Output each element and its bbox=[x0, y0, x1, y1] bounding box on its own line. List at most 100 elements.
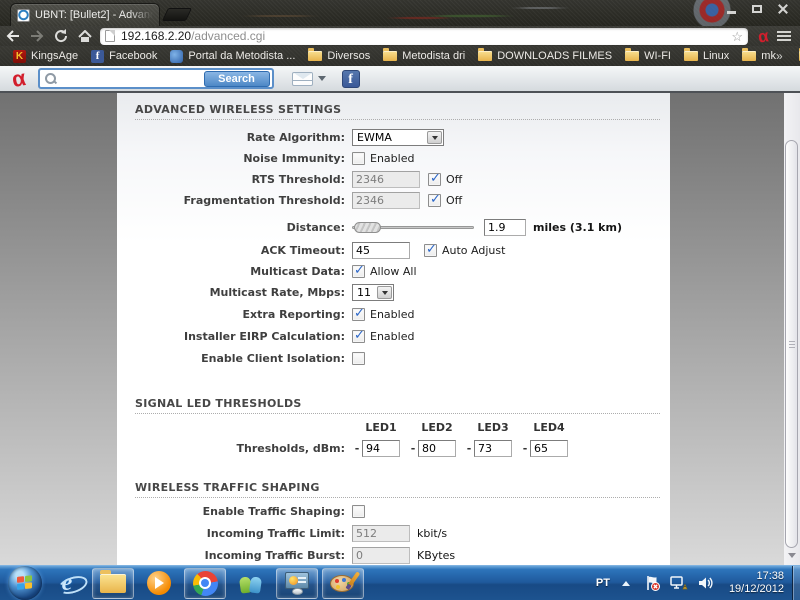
system-tray: PT 17:38 19/12/2012 bbox=[588, 565, 800, 600]
row-led-thresholds: Thresholds, dBm: - - - - bbox=[117, 439, 670, 458]
browser-tab[interactable]: UBNT: [Bullet2] - Advanc bbox=[10, 3, 160, 26]
site-icon bbox=[170, 49, 184, 63]
search-input[interactable] bbox=[60, 71, 204, 86]
rts-threshold-input[interactable] bbox=[352, 171, 420, 188]
incoming-traffic-limit-input[interactable] bbox=[352, 525, 410, 542]
installer-eirp-checkbox[interactable] bbox=[352, 328, 365, 343]
distance-unit: miles (3.1 km) bbox=[533, 221, 622, 234]
bookmark-folder-metodista-dri[interactable]: Metodista dri bbox=[383, 48, 465, 62]
row-fragmentation-threshold: Fragmentation Threshold: Off bbox=[117, 191, 670, 210]
enable-traffic-shaping-checkbox[interactable] bbox=[352, 505, 365, 518]
forward-button[interactable] bbox=[26, 27, 48, 45]
bookmark-kingsage[interactable]: K KingsAge bbox=[13, 49, 78, 63]
new-tab-button[interactable] bbox=[161, 8, 193, 21]
extra-reporting-label: Extra Reporting: bbox=[242, 308, 345, 321]
row-multicast-rate: Multicast Rate, Mbps: 11 bbox=[117, 283, 670, 302]
language-indicator[interactable]: PT bbox=[588, 577, 618, 589]
taskbar-media-player-button[interactable] bbox=[138, 568, 180, 599]
led2-threshold-input[interactable] bbox=[418, 440, 456, 457]
mail-dropdown-caret-icon[interactable] bbox=[317, 76, 326, 85]
row-multicast-data: Multicast Data: Allow All bbox=[117, 262, 670, 281]
rts-off-checkbox[interactable] bbox=[428, 171, 441, 186]
show-desktop-button[interactable] bbox=[792, 565, 800, 600]
maximize-icon bbox=[752, 5, 762, 13]
multicast-data-checkbox[interactable] bbox=[352, 263, 365, 278]
taskbar-paint-button[interactable] bbox=[322, 567, 364, 599]
display-settings-icon bbox=[284, 571, 310, 595]
bookmarks-overflow-chevron[interactable]: » bbox=[776, 49, 783, 63]
led3-threshold-input[interactable] bbox=[474, 440, 512, 457]
extra-reporting-checkbox[interactable] bbox=[352, 306, 365, 321]
folder-icon bbox=[308, 48, 323, 61]
minimize-button[interactable] bbox=[718, 1, 744, 17]
network-warning-icon[interactable] bbox=[670, 575, 688, 591]
client-isolation-checkbox[interactable] bbox=[352, 352, 365, 365]
mail-icon[interactable] bbox=[291, 71, 313, 86]
row-rate-algorithm: Rate Algorithm: EWMA bbox=[117, 128, 670, 147]
browser-titlebar: UBNT: [Bullet2] - Advanc bbox=[0, 0, 800, 26]
bookmark-facebook[interactable]: f Facebook bbox=[91, 49, 157, 63]
maximize-button[interactable] bbox=[744, 1, 770, 17]
taskbar-clock[interactable]: 17:38 19/12/2012 bbox=[729, 570, 784, 596]
bookmark-portal-metodista[interactable]: Portal da Metodista ... bbox=[170, 49, 295, 63]
taskbar-display-settings-button[interactable] bbox=[276, 567, 318, 599]
hidden-icons-button[interactable] bbox=[621, 577, 630, 586]
section-traffic-shaping-title: WIRELESS TRAFFIC SHAPING bbox=[135, 476, 660, 498]
action-center-flag-icon[interactable] bbox=[644, 575, 660, 591]
reload-button[interactable] bbox=[50, 27, 72, 45]
rate-algorithm-label: Rate Algorithm: bbox=[246, 131, 345, 144]
taskbar-internet-explorer-button[interactable]: e bbox=[46, 568, 88, 599]
windows-taskbar: e PT 17:38 19/12/2012 bbox=[0, 565, 800, 600]
row-enable-traffic-shaping: Enable Traffic Shaping: bbox=[117, 502, 670, 521]
page-scrollbar[interactable] bbox=[784, 93, 800, 565]
led4-threshold-input[interactable] bbox=[530, 440, 568, 457]
facebook-toolbar-icon[interactable]: f bbox=[341, 69, 360, 88]
row-led-headers: -LED1 -LED2 -LED3 -LED4 bbox=[117, 418, 670, 437]
bookmark-folder-diversos[interactable]: Diversos bbox=[308, 48, 370, 62]
bookmark-folder-mk[interactable]: mk bbox=[742, 48, 776, 62]
noise-immunity-label: Noise Immunity: bbox=[243, 152, 345, 165]
bookmark-star-icon[interactable]: ☆ bbox=[731, 30, 743, 43]
browser-menu-button[interactable] bbox=[777, 31, 792, 41]
thresholds-label: Thresholds, dBm: bbox=[236, 442, 345, 455]
multicast-rate-select[interactable]: 11 bbox=[352, 284, 394, 301]
close-button[interactable] bbox=[770, 1, 796, 17]
bookmark-folder-wifi[interactable]: WI-FI bbox=[625, 48, 671, 62]
row-rts-threshold: RTS Threshold: Off bbox=[117, 170, 670, 189]
ack-timeout-input[interactable] bbox=[352, 242, 410, 259]
distance-input[interactable] bbox=[484, 219, 526, 236]
home-button[interactable] bbox=[74, 27, 96, 45]
taskbar-windows-explorer-button[interactable] bbox=[92, 567, 134, 599]
avira-searchbox[interactable]: Search bbox=[37, 68, 274, 89]
scrollbar-down-arrow-icon[interactable] bbox=[788, 553, 796, 562]
auto-adjust-checkbox[interactable] bbox=[424, 242, 437, 257]
led1-threshold-input[interactable] bbox=[362, 440, 400, 457]
volume-icon[interactable] bbox=[698, 575, 714, 591]
incoming-traffic-burst-input[interactable] bbox=[352, 547, 410, 564]
address-bar[interactable]: 192.168.2.20/advanced.cgi ☆ bbox=[100, 27, 748, 45]
led3-header: LED3 bbox=[477, 421, 509, 434]
close-icon bbox=[778, 4, 788, 14]
avira-extension-icon[interactable]: α bbox=[757, 26, 770, 46]
chrome-icon bbox=[192, 570, 218, 596]
distance-slider[interactable] bbox=[352, 221, 474, 234]
bookmark-folder-linux[interactable]: Linux bbox=[683, 48, 729, 62]
taskbar-messenger-button[interactable] bbox=[230, 568, 272, 599]
scrollbar-thumb[interactable] bbox=[785, 140, 798, 548]
taskbar-chrome-button[interactable] bbox=[184, 567, 226, 599]
bookmark-folder-downloads-filmes[interactable]: DOWNLOADS FILMES bbox=[478, 48, 612, 62]
row-incoming-traffic-burst: Incoming Traffic Burst: KBytes bbox=[117, 546, 670, 565]
folder-icon bbox=[383, 48, 398, 61]
search-button[interactable]: Search bbox=[203, 70, 270, 87]
back-button[interactable] bbox=[2, 27, 24, 45]
internet-explorer-icon: e bbox=[61, 569, 73, 596]
multicast-rate-label: Multicast Rate, Mbps: bbox=[209, 286, 345, 299]
start-button[interactable] bbox=[8, 566, 42, 600]
url-text[interactable]: 192.168.2.20/advanced.cgi bbox=[121, 29, 265, 43]
rate-algorithm-select[interactable]: EWMA bbox=[352, 129, 444, 146]
fragmentation-threshold-input[interactable] bbox=[352, 192, 420, 209]
clock-date: 19/12/2012 bbox=[728, 583, 784, 595]
slider-handle[interactable] bbox=[354, 222, 381, 233]
noise-immunity-checkbox[interactable] bbox=[352, 152, 365, 165]
fragmentation-off-checkbox[interactable] bbox=[428, 192, 441, 207]
